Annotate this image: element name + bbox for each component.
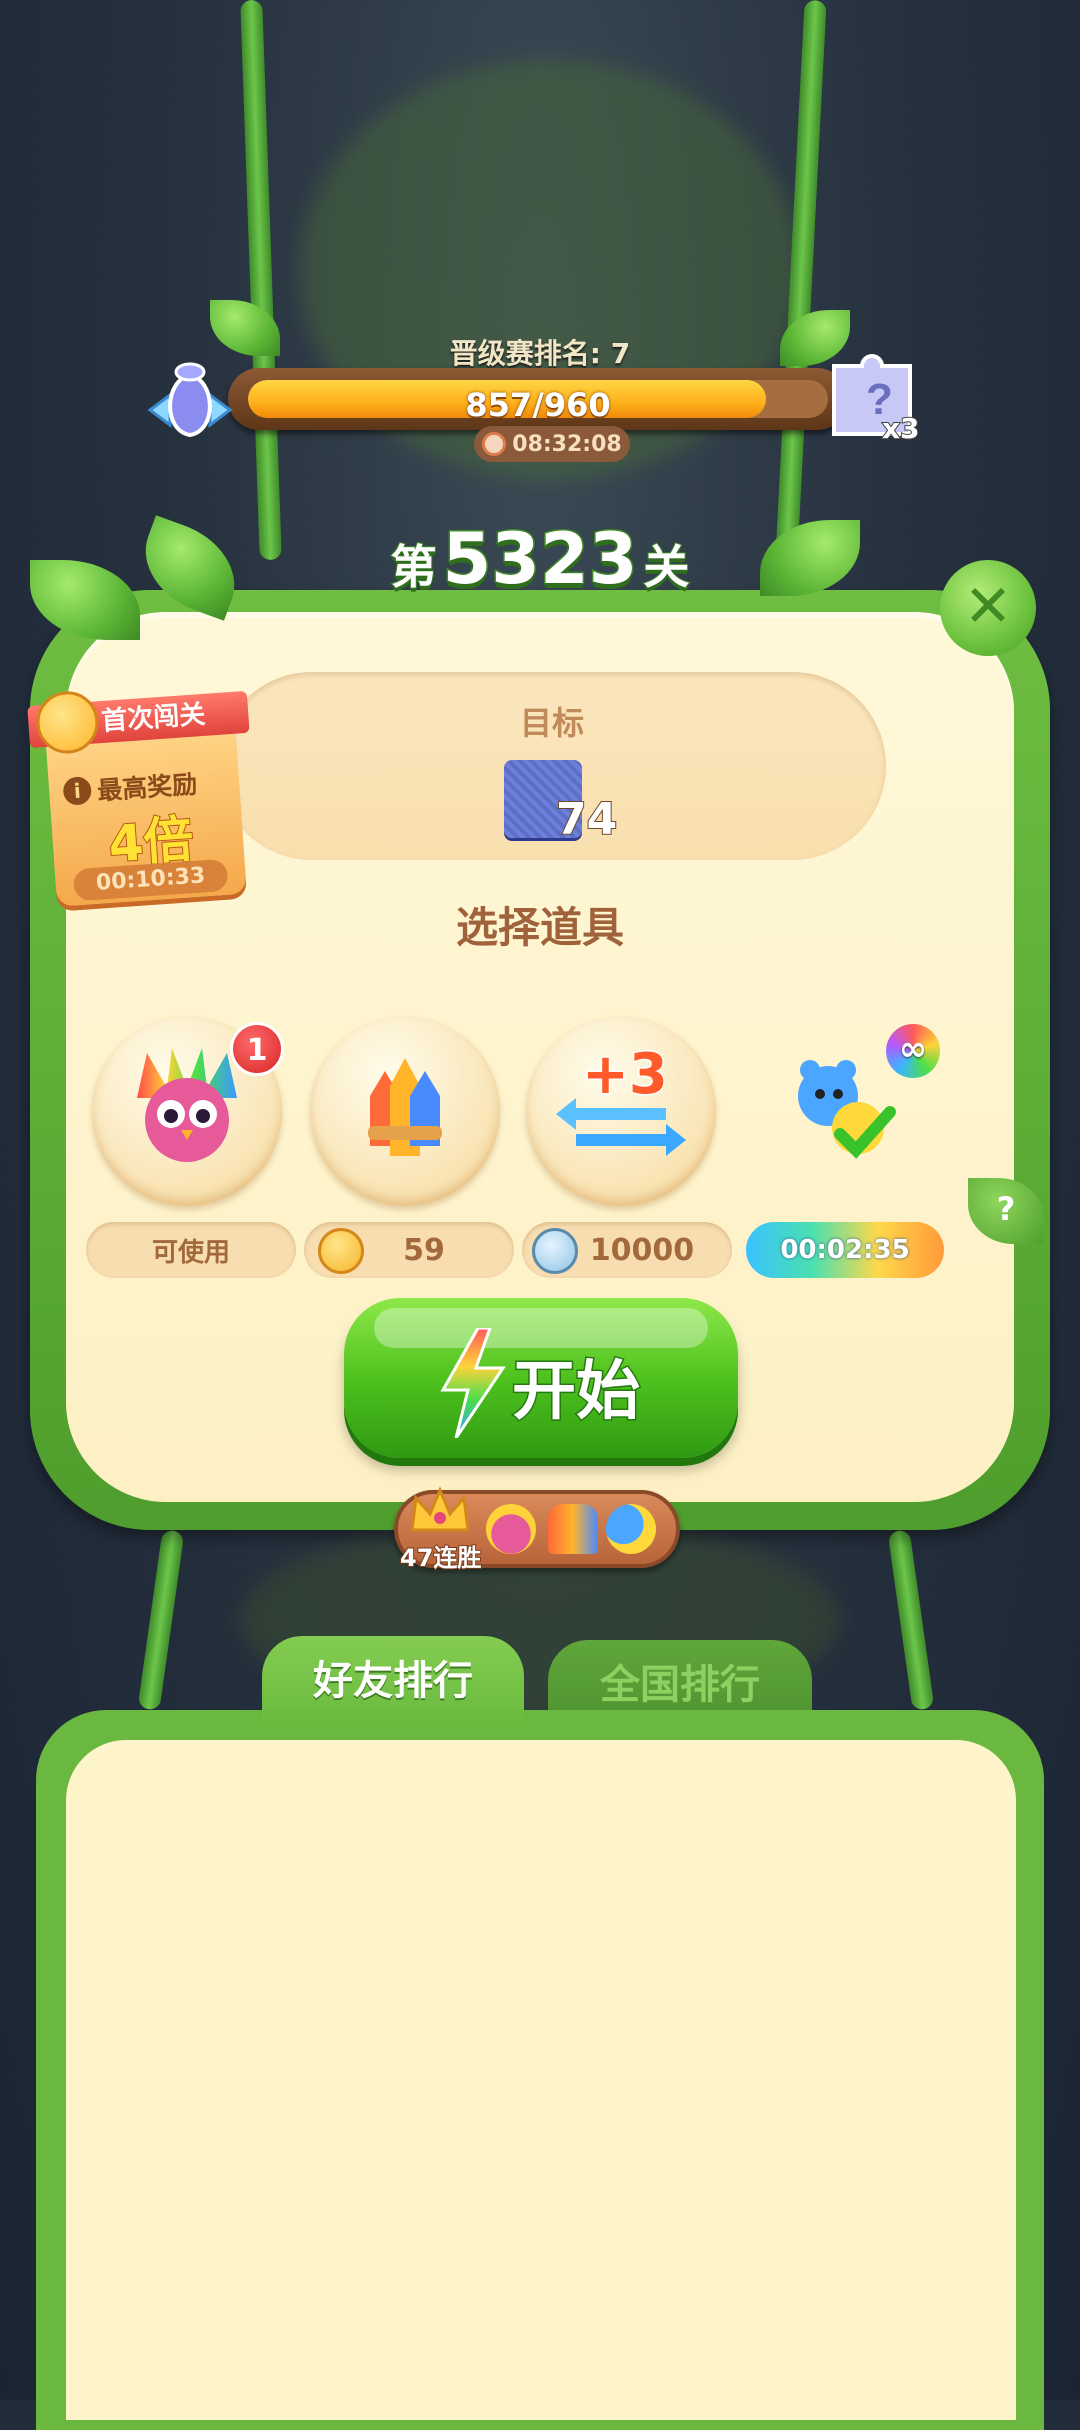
rocket-mini-icon — [548, 1504, 598, 1554]
goal-label: 目标 — [519, 704, 584, 742]
progress-bar: 857/960 — [228, 368, 848, 430]
win-streak-bar[interactable]: 47连胜 — [394, 1486, 680, 1573]
reward-bag-icon[interactable] — [140, 350, 240, 450]
goal-count: 74 — [555, 793, 618, 846]
level-title: 第5323 关 — [390, 517, 691, 602]
mystery-reward-icon[interactable]: ? x3 — [826, 350, 922, 446]
tab-friends-ranking[interactable]: 好友排行 — [262, 1636, 524, 1726]
goal-box: 目标 74 — [218, 672, 886, 860]
select-boosters-title: 选择道具 — [455, 903, 624, 952]
lightning-icon — [440, 1328, 506, 1438]
booster-count-badge: 1 — [230, 1022, 284, 1076]
rocket-booster-button[interactable] — [310, 1016, 500, 1206]
rocket-icon — [368, 1058, 442, 1156]
gem-icon — [532, 1228, 578, 1274]
win-streak-label: 47连胜 — [399, 1543, 482, 1573]
event-timer-text: 08:32:08 — [512, 431, 622, 457]
plus3-label: +3 — [581, 1041, 670, 1109]
coin-icon — [318, 1228, 364, 1274]
start-label: 开始 — [511, 1354, 642, 1431]
plus3-moves-booster-button[interactable]: +3 — [526, 1016, 716, 1206]
vine — [887, 1529, 935, 1711]
animal-booster-timer: 00:02:35 — [746, 1222, 944, 1278]
clock-icon — [482, 432, 507, 456]
close-button[interactable]: ✕ — [940, 560, 1036, 656]
crown-icon — [410, 1486, 470, 1532]
plus3-price[interactable]: 10000 — [522, 1222, 732, 1278]
info-icon: i — [62, 775, 93, 806]
progress-text: 857/960 — [465, 386, 611, 418]
vine — [240, 0, 282, 561]
start-button[interactable]: 开始 — [344, 1298, 738, 1458]
animal-mini-icon — [606, 1504, 656, 1554]
level-number: 5323 — [441, 517, 639, 602]
infinity-icon: ∞ — [886, 1024, 940, 1078]
event-timer: 08:32:08 — [474, 426, 630, 462]
first-clear-badge[interactable]: 首次闯关 i 最高奖励 4倍 00:10:33 — [27, 683, 254, 914]
vine — [137, 1529, 185, 1711]
reward-multiplier: x3 — [881, 411, 921, 446]
booster-status: 可使用 — [86, 1222, 296, 1278]
owl-mini-icon — [486, 1504, 536, 1554]
close-icon: ✕ — [963, 572, 1013, 640]
leaderboard-list — [66, 1740, 1016, 2420]
rocket-price[interactable]: 59 — [304, 1222, 514, 1278]
